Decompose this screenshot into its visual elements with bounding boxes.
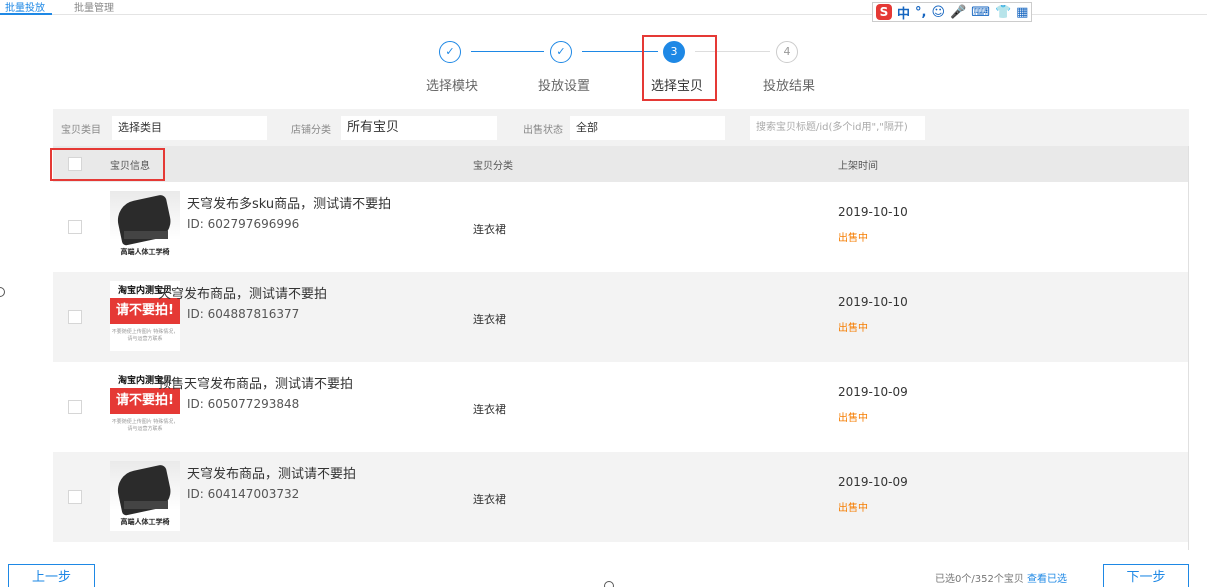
product-category: 连衣裙 bbox=[473, 313, 506, 326]
status-badge: 出售中 bbox=[838, 503, 868, 514]
product-id: ID: 602797696996 bbox=[187, 217, 300, 231]
ime-punctuation-icon[interactable]: °, bbox=[915, 5, 926, 20]
step-2-label: 投放设置 bbox=[537, 79, 590, 94]
step-connector bbox=[471, 51, 544, 52]
ime-voice-icon[interactable]: 🎤 bbox=[950, 5, 966, 20]
active-tab-indicator bbox=[0, 13, 52, 15]
edge-handle-icon bbox=[604, 581, 614, 587]
shop-category-label: 店铺分类 bbox=[291, 125, 331, 136]
product-title[interactable]: 天穹发布多sku商品，测试请不要拍 bbox=[187, 193, 391, 212]
filter-bar: 宝贝类目 选择类目 店铺分类 所有宝贝 出售状态 全部 搜索宝贝标题/id(多个… bbox=[53, 109, 1189, 146]
listed-date: 2019-10-10 bbox=[838, 295, 908, 309]
table-scrollbar[interactable] bbox=[1188, 146, 1189, 550]
ime-menu-icon[interactable]: ▦ bbox=[1016, 5, 1028, 20]
listed-date: 2019-10-09 bbox=[838, 385, 908, 399]
step-1-done-icon: ✓ bbox=[439, 41, 461, 63]
ime-logo-icon: S bbox=[876, 4, 892, 20]
selected-count: 已选0个/352个宝贝 bbox=[935, 574, 1024, 585]
header-listed-time: 上架时间 bbox=[838, 161, 878, 172]
prev-step-button[interactable]: 上一步 bbox=[8, 564, 95, 587]
thumbnail-line3: 不要随便上传图片 特殊情况，请与运营方联系 bbox=[111, 419, 179, 432]
row-checkbox[interactable] bbox=[68, 400, 82, 414]
tab-batch-management[interactable]: 批量管理 bbox=[74, 0, 114, 14]
highlight-box-header bbox=[50, 148, 165, 181]
product-category: 连衣裙 bbox=[473, 403, 506, 416]
table-row[interactable]: 高端人体工学椅 天穹发布商品，测试请不要拍 ID: 604147003732 连… bbox=[53, 452, 1189, 542]
listed-date: 2019-10-09 bbox=[838, 475, 908, 489]
tab-batch-placement[interactable]: 批量投放 bbox=[5, 0, 45, 14]
sale-status-select[interactable]: 全部 bbox=[570, 116, 725, 140]
table-header: 宝贝信息 宝贝分类 上架时间 bbox=[53, 146, 1189, 182]
highlight-box-current-step bbox=[642, 35, 717, 101]
table-row[interactable]: 高端人体工学椅 天穹发布多sku商品，测试请不要拍 ID: 6027976969… bbox=[53, 182, 1189, 272]
product-thumbnail[interactable]: 高端人体工学椅 bbox=[110, 191, 180, 261]
ime-keyboard-icon[interactable]: ⌨ bbox=[971, 5, 990, 20]
thumbnail-caption: 高端人体工学椅 bbox=[120, 248, 170, 256]
table-row[interactable]: 淘宝内测宝贝 请不要拍! 不要随便上传图片 特殊情况，请与运营方联系 预售天穹发… bbox=[53, 362, 1189, 452]
product-id: ID: 604887816377 bbox=[187, 307, 300, 321]
product-title[interactable]: 天穹发布商品，测试请不要拍 bbox=[187, 463, 356, 482]
selection-summary: 已选0个/352个宝贝 查看已选 bbox=[935, 570, 1067, 585]
view-selected-link[interactable]: 查看已选 bbox=[1027, 574, 1067, 585]
row-checkbox[interactable] bbox=[68, 220, 82, 234]
ime-emoji-icon[interactable]: ☺ bbox=[931, 5, 945, 20]
table-row[interactable]: 淘宝内测宝贝 请不要拍! 不要随便上传图片 特殊情况，请与运营方联系 天穹发布商… bbox=[53, 272, 1189, 362]
shop-category-select[interactable]: 所有宝贝 bbox=[341, 116, 497, 140]
row-checkbox[interactable] bbox=[68, 310, 82, 324]
step-2-done-icon: ✓ bbox=[550, 41, 572, 63]
ime-toolbar[interactable]: S 中 °, ☺ 🎤 ⌨ 👕 ▦ bbox=[872, 2, 1032, 22]
product-category: 连衣裙 bbox=[473, 223, 506, 236]
category-select[interactable]: 选择类目 bbox=[112, 116, 267, 140]
step-4-label: 投放结果 bbox=[762, 79, 815, 94]
batch-placement-page: 批量投放 批量管理 S 中 °, ☺ 🎤 ⌨ 👕 ▦ ✓ ✓ 3 4 选择模块 … bbox=[0, 0, 1207, 587]
listed-date: 2019-10-10 bbox=[838, 205, 908, 219]
status-badge: 出售中 bbox=[838, 233, 868, 244]
row-checkbox[interactable] bbox=[68, 490, 82, 504]
status-badge: 出售中 bbox=[838, 323, 868, 334]
search-input[interactable]: 搜索宝贝标题/id(多个id用","隔开) bbox=[750, 116, 925, 140]
step-1-label: 选择模块 bbox=[425, 79, 478, 94]
edge-handle-icon bbox=[0, 287, 5, 297]
thumbnail-line3: 不要随便上传图片 特殊情况，请与运营方联系 bbox=[111, 329, 179, 342]
product-title[interactable]: 预售天穹发布商品，测试请不要拍 bbox=[158, 373, 353, 392]
ime-chinese-mode-icon[interactable]: 中 bbox=[897, 3, 910, 22]
product-title[interactable]: 天穹发布商品，测试请不要拍 bbox=[158, 283, 327, 302]
header-item-category: 宝贝分类 bbox=[473, 161, 513, 172]
category-filter-label: 宝贝类目 bbox=[61, 125, 101, 136]
product-id: ID: 604147003732 bbox=[187, 487, 300, 501]
thumbnail-caption: 高端人体工学椅 bbox=[120, 518, 170, 526]
sale-status-label: 出售状态 bbox=[523, 125, 563, 136]
product-category: 连衣裙 bbox=[473, 493, 506, 506]
next-step-button[interactable]: 下一步 bbox=[1103, 564, 1189, 587]
step-4-pending: 4 bbox=[776, 41, 798, 63]
product-thumbnail[interactable]: 高端人体工学椅 bbox=[110, 461, 180, 531]
status-badge: 出售中 bbox=[838, 413, 868, 424]
ime-skin-icon[interactable]: 👕 bbox=[995, 5, 1011, 20]
product-id: ID: 605077293848 bbox=[187, 397, 300, 411]
